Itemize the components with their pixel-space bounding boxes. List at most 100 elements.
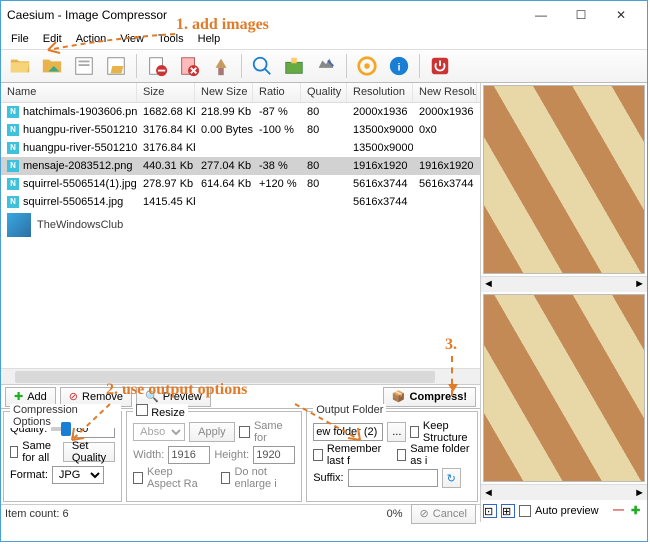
browse-button[interactable]: ...	[387, 422, 406, 442]
watermark-text: TheWindowsClub	[37, 219, 123, 231]
preview-icon[interactable]	[247, 52, 277, 80]
close-button[interactable]: ✕	[601, 5, 641, 25]
original-preview	[483, 85, 645, 274]
compress-button[interactable]: 📦Compress!	[383, 387, 476, 407]
table-header: Name Size New Size Ratio Quality Resolut…	[1, 83, 480, 103]
remove-from-disk-icon[interactable]	[174, 52, 204, 80]
toolbar-separator	[136, 54, 137, 78]
format-label: Format:	[10, 469, 48, 481]
minimize-button[interactable]: —	[521, 5, 561, 25]
table-row[interactable]: Nmensaje-2083512.png440.31 Kb277.04 Kb-3…	[1, 157, 480, 175]
cancel-button: ⊘Cancel	[411, 504, 476, 524]
window-title: Caesium - Image Compressor	[7, 8, 521, 22]
save-list-icon[interactable]	[69, 52, 99, 80]
output-path-input[interactable]	[313, 423, 383, 441]
svg-text:i: i	[398, 63, 401, 74]
cancel-icon: ⊘	[420, 507, 429, 520]
col-new-size[interactable]: New Size	[195, 83, 253, 102]
table-body: Nhatchimals-1903606.png1682.68 Kb218.99 …	[1, 103, 480, 211]
menu-help[interactable]: Help	[192, 31, 227, 47]
suffix-label: Suffix:	[313, 472, 343, 484]
format-select[interactable]: JPG	[52, 466, 104, 484]
keep-ratio-label: Keep Aspect Ra	[147, 466, 209, 490]
compression-options-group: Compression Options Quality: Same for al…	[3, 411, 122, 502]
exit-icon[interactable]	[425, 52, 455, 80]
height-input	[253, 446, 295, 464]
auto-preview-checkbox[interactable]	[519, 505, 531, 517]
open-list-icon[interactable]	[101, 52, 131, 80]
col-ratio[interactable]: Ratio	[253, 83, 301, 102]
left-pane: Name Size New Size Ratio Quality Resolut…	[1, 83, 481, 522]
settings-icon[interactable]	[311, 52, 341, 80]
table-row[interactable]: Nhuangpu-river-5501210.jpg3176.84 Kb1350…	[1, 139, 480, 157]
menu-edit[interactable]: Edit	[37, 31, 68, 47]
col-size[interactable]: Size	[137, 83, 195, 102]
watermark-logo-icon	[7, 213, 31, 237]
zoom-fit-icon[interactable]: ⊡	[483, 504, 497, 518]
no-enlarge-checkbox	[221, 472, 231, 484]
preview-scrollbar[interactable]: ◄►	[481, 484, 647, 500]
same-for-label: Same for	[254, 420, 295, 444]
keep-structure-label: Keep Structure	[423, 420, 471, 444]
remove-item-icon[interactable]	[142, 52, 172, 80]
options-row: Compression Options Quality: Same for al…	[1, 408, 480, 504]
table-row[interactable]: Nhuangpu-river-5501210(1).jpg3176.84 Kb0…	[1, 121, 480, 139]
zoom-actual-icon[interactable]: ⊞	[501, 504, 515, 518]
height-label: Height:	[214, 449, 249, 461]
about-icon[interactable]: i	[384, 52, 414, 80]
width-label: Width:	[133, 449, 164, 461]
no-enlarge-label: Do not enlarge i	[234, 466, 295, 490]
menu-file[interactable]: File	[5, 31, 35, 47]
group-legend: Output Folder	[313, 404, 386, 416]
clear-list-icon[interactable]	[206, 52, 236, 80]
same-for-checkbox	[239, 426, 250, 438]
open-file-icon[interactable]	[5, 52, 35, 80]
reset-suffix-button[interactable]: ↻	[442, 468, 461, 488]
preview-scrollbar[interactable]: ◄►	[481, 276, 647, 292]
menubar: File Edit Action View Tools Help	[1, 29, 647, 49]
preview-pane: ◄► ◄► ⊡ ⊞ Auto preview — ✚	[481, 83, 647, 522]
remove-icon: ⊘	[69, 390, 78, 403]
same-folder-label: Same folder as i	[410, 443, 471, 467]
preview-controls: ⊡ ⊞ Auto preview — ✚	[481, 500, 647, 522]
compressed-preview	[483, 294, 645, 483]
preferences-icon[interactable]	[352, 52, 382, 80]
open-folder-icon[interactable]	[37, 52, 67, 80]
compress-icon[interactable]	[279, 52, 309, 80]
table-row[interactable]: Nhatchimals-1903606.png1682.68 Kb218.99 …	[1, 103, 480, 121]
menu-tools[interactable]: Tools	[152, 31, 190, 47]
apply-button: Apply	[189, 422, 235, 442]
app-window: Caesium - Image Compressor — ☐ ✕ File Ed…	[0, 0, 648, 542]
resize-mode-select: Absolut	[133, 423, 185, 441]
resize-checkbox[interactable]	[136, 404, 148, 416]
progress-percent: 0%	[387, 508, 403, 520]
annotation-arrow-3	[451, 356, 453, 396]
set-quality-button[interactable]: Set Quality	[63, 442, 115, 462]
col-name[interactable]: Name	[1, 83, 137, 102]
menu-action[interactable]: Action	[70, 31, 113, 47]
remember-checkbox[interactable]	[313, 449, 323, 461]
suffix-input[interactable]	[348, 469, 438, 487]
col-resolution[interactable]: Resolution	[347, 83, 413, 102]
quality-slider[interactable]	[51, 427, 69, 431]
minus-icon[interactable]: —	[613, 504, 627, 518]
horizontal-scrollbar[interactable]	[1, 368, 480, 384]
same-for-all-label: Same for all	[22, 440, 59, 464]
menu-view[interactable]: View	[114, 31, 150, 47]
table-row[interactable]: Nsquirrel-5506514(1).jpg278.97 Kb614.64 …	[1, 175, 480, 193]
col-quality[interactable]: Quality	[301, 83, 347, 102]
remember-label: Remember last f	[327, 443, 389, 467]
toolbar-separator	[346, 54, 347, 78]
plus-icon[interactable]: ✚	[631, 504, 645, 518]
maximize-button[interactable]: ☐	[561, 5, 601, 25]
col-new-resolution[interactable]: New Resoluti	[413, 83, 477, 102]
same-for-all-checkbox[interactable]	[10, 446, 18, 458]
statusbar: Item count: 6 0% ⊘Cancel	[1, 504, 480, 522]
item-count: Item count: 6	[5, 508, 69, 520]
same-folder-checkbox[interactable]	[397, 449, 407, 461]
box-icon: 📦	[392, 390, 406, 403]
titlebar: Caesium - Image Compressor — ☐ ✕	[1, 1, 647, 29]
magnifier-icon: 🔍	[145, 390, 159, 403]
table-row[interactable]: Nsquirrel-5506514.jpg1415.45 Kb5616x3744	[1, 193, 480, 211]
keep-structure-checkbox[interactable]	[410, 426, 419, 438]
